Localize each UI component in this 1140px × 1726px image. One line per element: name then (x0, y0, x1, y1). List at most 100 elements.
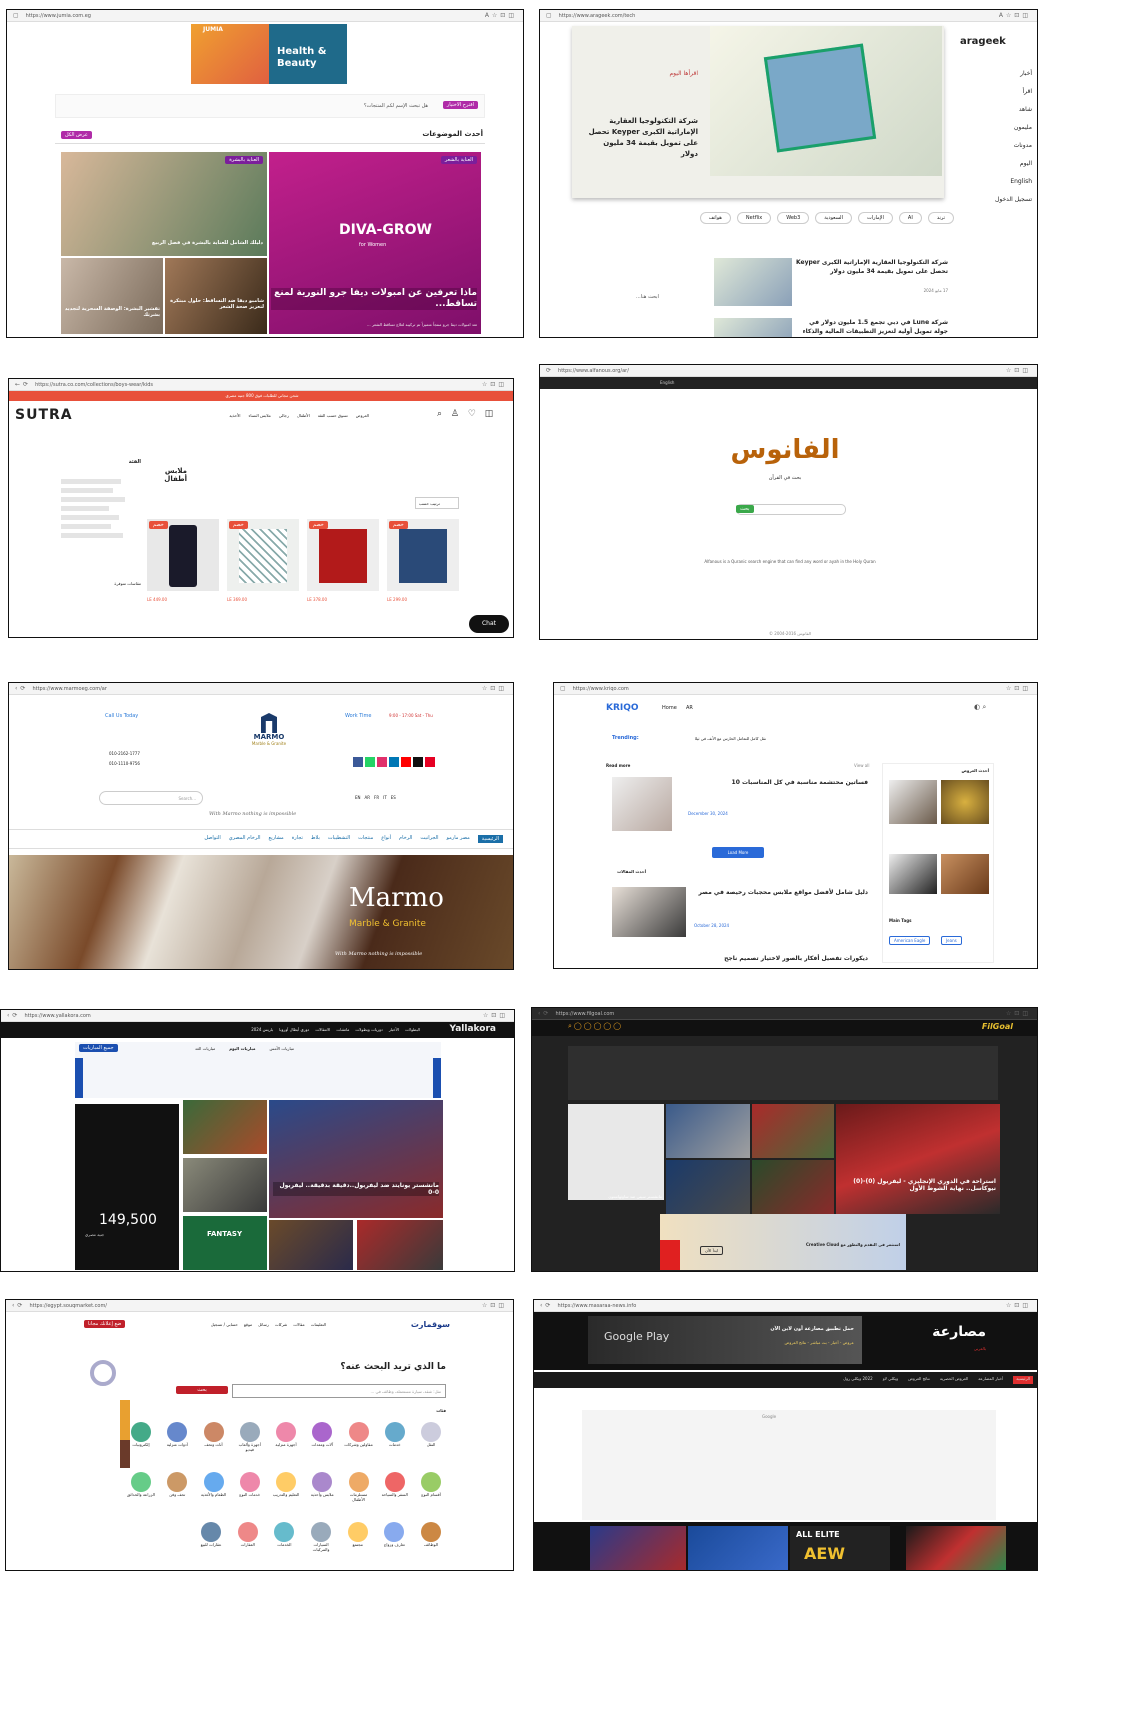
nav-item[interactable]: أنواع (381, 835, 391, 843)
view-all-link[interactable]: View all (854, 763, 869, 768)
nav-item[interactable]: بلاط (311, 835, 320, 843)
search-link[interactable]: ابحث هنا... (636, 294, 659, 300)
card-skin-spring[interactable]: العناية بالبشرة دليلك الشامل للعناية بال… (61, 152, 267, 256)
nav-english[interactable]: English (960, 178, 1032, 196)
address-bar[interactable]: https://www.arageek.com/tech (559, 13, 995, 19)
phone-2[interactable]: 010-1110-9756 (109, 761, 140, 766)
toolbar-icons[interactable]: ☆⊡◫ (482, 381, 507, 388)
nav-login[interactable]: تسجيل الدخول (960, 196, 1032, 214)
featured-hair-article[interactable]: العناية بالشعر DIVA-GROW for Women ماذا … (269, 152, 481, 334)
category-item[interactable]: أثاث وتحف (199, 1422, 229, 1452)
tab-icon[interactable]: ▢ (13, 12, 22, 19)
featured-headline[interactable]: ماذا تعرفين عن امبولات ديفا جرو النورية … (271, 288, 477, 310)
header-icons[interactable]: ◐ ⌕ (974, 703, 986, 712)
article-title-2[interactable]: دليل شامل لأفضل مواقع ملابس محجبات رخيصة… (692, 889, 868, 896)
site-logo[interactable]: سوقمارت (390, 1320, 450, 1329)
toolbar-icons[interactable]: ☆⊡◫ (1006, 685, 1031, 692)
nav-item[interactable]: مصر مارمو (447, 835, 470, 843)
all-matches-button[interactable]: جميع المباريات (79, 1044, 118, 1052)
story-thumb[interactable] (357, 1220, 443, 1270)
post-ad-button[interactable]: ضع إعلانك مجانا (84, 1320, 126, 1328)
nav-home[interactable]: الرئيسية (477, 835, 503, 843)
address-bar[interactable]: https://www.kriqo.com (573, 686, 1002, 692)
lang-link[interactable]: English (660, 380, 674, 385)
nav-home[interactable]: الرئيسية (1013, 1376, 1033, 1384)
search-field[interactable]: Search... (99, 791, 203, 805)
nav-item[interactable]: الجرانيت (420, 835, 438, 843)
nav-icons[interactable]: ⟳ (546, 367, 554, 374)
nav-item[interactable]: تسوق حسب الفئة (318, 413, 348, 418)
toolbar-icons[interactable]: ☆⊡◫ (483, 1012, 508, 1019)
nav-lang[interactable]: AR (686, 705, 693, 711)
card-shampoo[interactable]: شامبو ديفا ضد التساقط: حلول مبتكرة لتعزي… (165, 258, 267, 334)
address-bar[interactable]: https://www.masaraa-news.info (557, 1303, 1001, 1309)
phone-1[interactable]: 010-2162-1777 (109, 751, 140, 756)
nav-icons[interactable]: ‹⟳ (7, 1012, 20, 1019)
nav-item[interactable]: العروض (356, 413, 369, 418)
store-badge[interactable]: Google Play (604, 1330, 669, 1343)
toolbar-icons[interactable]: ☆⊡◫ (1006, 1302, 1031, 1309)
nav-icons[interactable]: ←⟳ (15, 381, 31, 388)
main-story[interactable]: استراحة في الدوري الإنجليزي - ليفربول (0… (836, 1104, 1000, 1214)
nav-blogs[interactable]: مدونات (960, 142, 1032, 160)
nav-home[interactable]: Home (662, 705, 677, 711)
category-item[interactable]: خدمات النوع (235, 1472, 265, 1502)
story-thumb[interactable] (183, 1100, 267, 1154)
toolbar-icons[interactable]: ☆⊡◫ (482, 1302, 507, 1309)
pill-saudi[interactable]: السعودية (815, 212, 852, 224)
search-button[interactable]: بحث (736, 505, 754, 513)
category-item[interactable]: ملابس وأحذية (307, 1472, 337, 1502)
pill-trend[interactable]: ترند (927, 212, 954, 224)
article-thumb-2[interactable] (714, 318, 792, 337)
article-title-3[interactable]: ديكورات تفصيل أفكار بالصور لاختيار تصميم… (692, 955, 868, 962)
chat-button[interactable]: Chat (469, 615, 509, 633)
article-title[interactable]: شركة التكنولوجيا العقارية الإماراتية الك… (796, 258, 948, 276)
product-card[interactable]: خصم LE 378.00 (307, 519, 379, 619)
featured-strip[interactable]: ALL ELITE AEW (534, 1522, 1037, 1570)
category-item[interactable]: الخدمات (269, 1522, 299, 1552)
address-bar[interactable]: https://egypt.souqmarket.com/ (29, 1303, 477, 1309)
adobe-ad[interactable]: استثمر في التقدم والتطور مع Creative Clo… (660, 1214, 906, 1270)
site-logo[interactable]: مصارعة (904, 1324, 986, 1340)
toolbar-icons[interactable]: ☆⊡◫ (482, 685, 507, 692)
social-icons[interactable] (353, 757, 435, 767)
story-thumb[interactable] (752, 1104, 834, 1158)
tab-icon[interactable]: ▢ (560, 685, 569, 692)
article-thumb[interactable] (612, 777, 672, 831)
category-item[interactable]: عقارات للبيع (196, 1522, 226, 1552)
nav-icons[interactable]: ‹⟳ (538, 1010, 551, 1017)
category-item[interactable]: أقسام النوع (416, 1472, 446, 1502)
ad-banner[interactable]: 149,500 جنيه مصري (75, 1104, 179, 1270)
category-item[interactable]: السيارات والمركبات (306, 1522, 336, 1552)
category-item[interactable]: التعليم والتدريب (271, 1472, 301, 1502)
header-icons[interactable]: ⌕ ♙ ♡ ◫ (437, 409, 496, 419)
site-logo[interactable]: SUTRA (15, 407, 73, 423)
category-item[interactable]: تعارف وزواج (379, 1522, 409, 1552)
tab-icon[interactable]: ▢ (546, 12, 555, 19)
nav-item[interactable]: الرخام المصري (229, 835, 261, 843)
category-item[interactable]: خدمات (380, 1422, 410, 1452)
story-thumb[interactable] (183, 1158, 267, 1212)
ad-cta-button[interactable]: ابدأ الآن (700, 1246, 724, 1255)
address-bar[interactable]: https://sutra.co.com/collections/boys-we… (35, 382, 478, 388)
category-item[interactable]: الزراعة والحدائق (126, 1472, 156, 1502)
nav-item[interactable]: التواصل (204, 835, 220, 843)
toolbar-icons[interactable]: ☆⊡◫ (1006, 367, 1031, 374)
search-button[interactable]: بحث (176, 1386, 228, 1394)
site-logo[interactable]: MARMO Marble & Granite (239, 713, 299, 746)
site-logo[interactable]: FilGoal (982, 1022, 1013, 1031)
pill-ai[interactable]: AI (898, 212, 922, 224)
category-item[interactable]: الطعام والأغذية (199, 1472, 229, 1502)
tag-hair-care[interactable]: العناية بالشعر (440, 156, 477, 164)
social-icons[interactable]: ⌕◯◯◯◯◯ (568, 1022, 623, 1031)
nav-item[interactable]: منتجات (358, 835, 373, 843)
category-item[interactable]: السفر والسياحة (380, 1472, 410, 1502)
pill-uae[interactable]: الإمارات (857, 212, 893, 224)
category-item[interactable]: مجتمع (343, 1522, 373, 1552)
category-item[interactable]: أجهزة منزلية (271, 1422, 301, 1452)
nav-watch[interactable]: شاهد (960, 106, 1032, 124)
story-thumb[interactable] (666, 1104, 750, 1158)
nav-icons[interactable]: ‹⟳ (12, 1302, 25, 1309)
category-item[interactable]: الوظائف (416, 1522, 446, 1552)
nav-news[interactable]: أخبار (960, 70, 1032, 88)
